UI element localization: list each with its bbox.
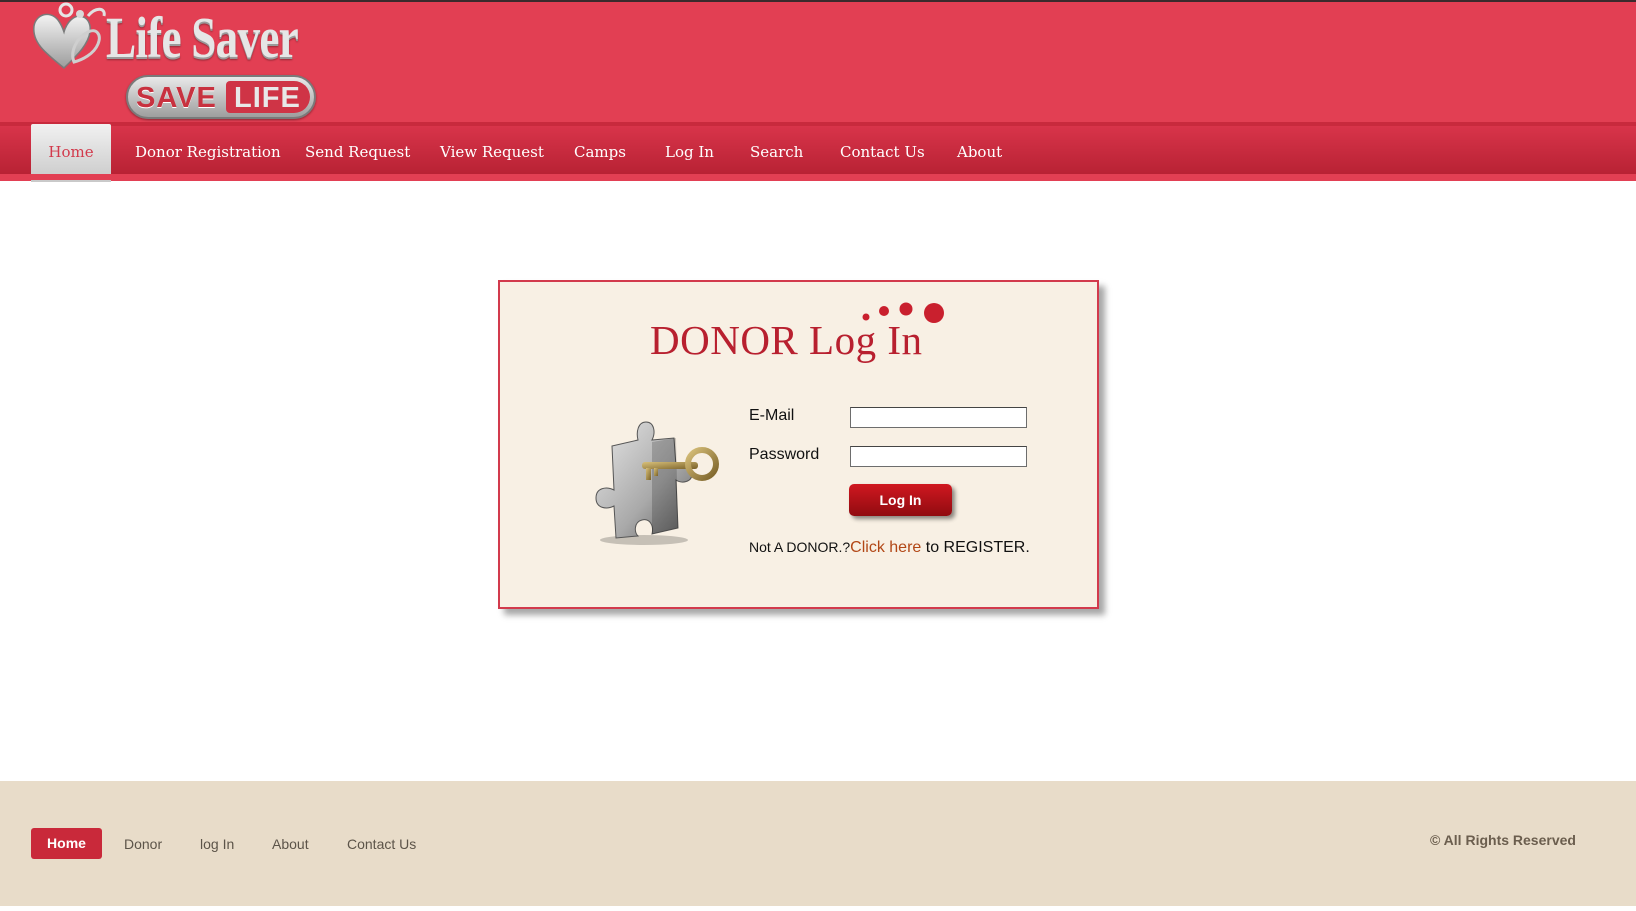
register-prompt: Not A DONOR.?Click here to REGISTER. xyxy=(749,539,1030,557)
nav-bottom-border xyxy=(0,174,1636,180)
footer-home-button[interactable]: Home xyxy=(31,828,102,859)
footer-link-log-in[interactable]: log In xyxy=(200,836,234,852)
logo-title: Life Saver xyxy=(106,5,299,70)
site-logo[interactable]: Life Saver SAVE LIFE xyxy=(30,2,340,120)
hearts-logo-icon xyxy=(33,2,106,70)
logo-badge-save: SAVE xyxy=(136,82,217,114)
register-prefix: Not A DONOR.? xyxy=(749,539,851,555)
register-suffix: to REGISTER. xyxy=(921,539,1030,556)
password-label: Password xyxy=(749,446,820,463)
logo-badge: SAVE LIFE xyxy=(126,75,316,119)
puzzle-key-icon xyxy=(595,421,719,545)
register-link[interactable]: Click here xyxy=(850,539,921,556)
logo-badge-life-box: LIFE xyxy=(226,81,310,114)
email-field[interactable] xyxy=(850,407,1027,428)
footer-link-contact-us[interactable]: Contact Us xyxy=(347,836,416,852)
footer-link-about[interactable]: About xyxy=(272,836,309,852)
copyright-text: © All Rights Reserved xyxy=(1430,832,1576,848)
main-nav: Home Donor Registration Send Request Vie… xyxy=(0,122,1636,182)
footer-link-donor[interactable]: Donor xyxy=(124,836,162,852)
logo-badge-life: LIFE xyxy=(234,82,301,114)
password-field[interactable] xyxy=(850,446,1027,467)
login-button[interactable]: Log In xyxy=(849,484,952,516)
site-footer xyxy=(0,781,1636,906)
blood-drops-icon xyxy=(862,302,944,323)
email-label: E-Mail xyxy=(749,407,795,424)
